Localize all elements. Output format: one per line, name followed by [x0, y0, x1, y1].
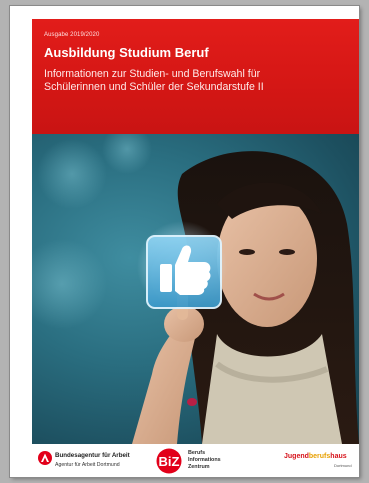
biz-text: Berufs Informations Zentrum — [188, 450, 221, 471]
bokeh-light — [32, 239, 107, 329]
ba-subtitle: Agentur für Arbeit Dortmund — [55, 462, 120, 468]
bokeh-light — [102, 134, 152, 174]
cover-title: Ausbildung Studium Beruf — [44, 45, 209, 60]
subtitle-line-1: Informationen zur Studien- und Berufswah… — [44, 68, 261, 80]
bokeh-light — [37, 139, 107, 209]
eye-left — [239, 249, 255, 255]
jbh-part-2: berufs — [308, 453, 331, 460]
cover-footer: Bundesagentur für Arbeit Agentur für Arb… — [32, 444, 359, 477]
cover-header: Ausgabe 2019/2020 Ausbildung Studium Ber… — [32, 19, 359, 134]
jbh-part-1: Jugend — [284, 453, 309, 460]
document-page: Ausgabe 2019/2020 Ausbildung Studium Ber… — [10, 6, 359, 477]
edition-label: Ausgabe 2019/2020 — [44, 32, 100, 38]
subtitle-line-2: Schülerinnen und Schüler der Sekundarstu… — [44, 81, 264, 93]
biz-logo-icon: BiZ — [156, 448, 182, 474]
jbh-part-3: haus — [330, 453, 347, 460]
ba-name: Bundesagentur für Arbeit — [55, 452, 130, 459]
biz-line-2: Informations — [188, 457, 221, 463]
fingernail — [187, 398, 197, 406]
biz-line-3: Zentrum — [188, 464, 210, 470]
document-viewer: Ausgabe 2019/2020 Ausbildung Studium Ber… — [0, 0, 369, 483]
jbh-subtitle: Dortmund — [334, 463, 352, 468]
biz-mark: BiZ — [159, 454, 180, 469]
jugendberufshaus-logo: Jugendberufshaus — [284, 453, 347, 460]
cover-photo-illustration — [32, 134, 359, 444]
bundesagentur-logo-icon — [38, 451, 52, 465]
eye-right — [279, 249, 295, 255]
biz-line-1: Berufs — [188, 450, 206, 456]
cover-photo — [32, 134, 359, 444]
cover-subtitle: Informationen zur Studien- und Berufswah… — [44, 68, 344, 94]
